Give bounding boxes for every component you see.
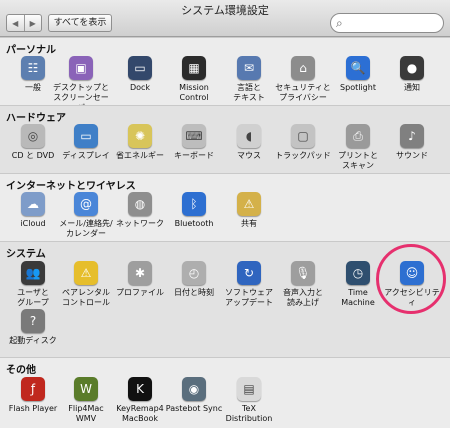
pref-mission-control[interactable]: ▦ Mission Control: [164, 56, 224, 103]
pref-dock[interactable]: ▭ Dock: [110, 56, 170, 93]
section-hardware: ハードウェア ◎ CD と DVD ▭ ディスプレイ ✺ 省エネルギー ⌨ キーボード …: [0, 105, 450, 173]
users-groups-icon: 👥: [21, 261, 45, 285]
back-button[interactable]: ◀: [7, 15, 24, 31]
pref-users-groups[interactable]: 👥 ユーザと グループ: [3, 261, 63, 308]
tex-distribution-icon: ▤: [237, 377, 261, 401]
mission-control-icon: ▦: [182, 56, 206, 80]
pref-flash-player[interactable]: ƒ Flash Player: [3, 377, 63, 414]
language-text-icon: ✉: [237, 56, 261, 80]
bluetooth-icon: ᛒ: [182, 192, 206, 216]
pastebot-sync-icon: ◉: [182, 377, 206, 401]
sharing-icon: ⚠: [237, 192, 261, 216]
keyboard-icon: ⌨: [182, 124, 206, 148]
network-icon: ◍: [128, 192, 152, 216]
desktop-screensaver-icon: ▣: [69, 56, 93, 80]
pref-software-update[interactable]: ↻ ソフトウェア アップデート: [219, 261, 279, 308]
section-title: その他: [6, 365, 36, 376]
section-personal: パーソナル ☷一般 ▣デスクトップと スクリーンセーバ ▭Dock ▦Missi…: [0, 37, 450, 112]
date-time-icon: ◴: [182, 261, 206, 285]
sound-icon: ♪: [400, 124, 424, 148]
trackpad-icon: ▢: [291, 124, 315, 148]
pref-trackpad[interactable]: ▢ トラックパッド: [273, 124, 333, 161]
pref-network[interactable]: ◍ ネットワーク: [110, 192, 170, 229]
forward-button[interactable]: ▶: [23, 15, 42, 31]
pref-pastebot-sync[interactable]: ◉ Pastebot Sync: [164, 377, 224, 414]
section-title: インターネットとワイヤレス: [6, 181, 136, 192]
general-icon: ☷: [21, 56, 45, 80]
parental-controls-icon: ⚠: [74, 261, 98, 285]
pref-date-time[interactable]: ◴ 日付と時刻: [164, 261, 224, 298]
search-field[interactable]: ⌕: [330, 13, 444, 33]
pref-tex-distribution[interactable]: ▤ TeX Distribution: [219, 377, 279, 424]
system-preferences-window: システム環境設定 ◀ ▶ すべてを表示 ⌕ パーソナル ☷ 一般 ▣ デスクトップと…: [0, 0, 450, 428]
pref-sharing[interactable]: ⚠ 共有: [219, 192, 279, 229]
search-icon: ⌕: [336, 16, 343, 30]
pref-notifications[interactable]: ● 通知: [382, 56, 442, 93]
flip4mac-icon: W: [74, 377, 98, 401]
pref-keyboard[interactable]: ⌨ キーボード: [164, 124, 224, 161]
time-machine-icon: ◷: [346, 261, 370, 285]
pref-print-scan[interactable]: ⎙ プリントと スキャン: [328, 124, 388, 171]
spotlight-icon: 🔍: [346, 56, 370, 80]
pref-language-text[interactable]: ✉ 言語と テキスト: [219, 56, 279, 103]
pref-startup-disk[interactable]: ? 起動ディスク: [3, 309, 63, 346]
highlight-circle: [376, 244, 446, 314]
pref-cd-dvd[interactable]: ◎ CD と DVD: [3, 124, 63, 161]
mail-contacts-calendar-icon: @: [74, 192, 98, 216]
icloud-icon: ☁: [21, 192, 45, 216]
software-update-icon: ↻: [237, 261, 261, 285]
keyremap4macbook-icon: K: [128, 377, 152, 401]
profiles-icon: ✱: [128, 261, 152, 285]
section-other: その他 ƒ Flash Player W Flip4Mac WMV K KeyRema…: [0, 357, 450, 428]
nav-buttons: ◀ ▶: [6, 14, 42, 32]
pref-parental-controls[interactable]: ⚠ ペアレンタル コントロール: [56, 261, 116, 308]
pref-mail-contacts-calendar[interactable]: @ メール/連絡先/ カレンダー: [56, 192, 116, 239]
title-bar: システム環境設定 ◀ ▶ すべてを表示 ⌕: [0, 0, 450, 37]
startup-disk-icon: ?: [21, 309, 45, 333]
flash-player-icon: ƒ: [21, 377, 45, 401]
pref-energy-saver[interactable]: ✺ 省エネルギー: [110, 124, 170, 161]
dictation-speech-icon: 🎙: [291, 261, 315, 285]
section-title: ハードウェア: [6, 113, 66, 124]
notifications-icon: ●: [400, 56, 424, 80]
dock-icon: ▭: [128, 56, 152, 80]
cd-dvd-icon: ◎: [21, 124, 45, 148]
security-privacy-icon: ⌂: [291, 56, 315, 80]
pref-security-privacy[interactable]: ⌂ セキュリティと プライバシー: [273, 56, 333, 103]
section-title: システム: [6, 249, 46, 260]
pref-sound[interactable]: ♪ サウンド: [382, 124, 442, 161]
pref-mouse[interactable]: ◖ マウス: [219, 124, 279, 161]
pref-icloud[interactable]: ☁ iCloud: [3, 192, 63, 229]
pref-dictation-speech[interactable]: 🎙 音声入力と 読み上げ: [273, 261, 333, 308]
section-title: パーソナル: [6, 45, 56, 56]
pref-bluetooth[interactable]: ᛒ Bluetooth: [164, 192, 224, 229]
pref-display[interactable]: ▭ ディスプレイ: [56, 124, 116, 161]
mouse-icon: ◖: [237, 124, 261, 148]
show-all-button[interactable]: すべてを表示: [48, 14, 112, 32]
pref-flip4mac[interactable]: W Flip4Mac WMV: [56, 377, 116, 424]
pref-keyremap4macbook[interactable]: K KeyRemap4 MacBook: [110, 377, 170, 424]
print-scan-icon: ⎙: [346, 124, 370, 148]
section-internet-wireless: インターネットとワイヤレス ☁ iCloud @ メール/連絡先/ カレンダー ◍ ネ…: [0, 173, 450, 241]
pref-spotlight[interactable]: 🔍 Spotlight: [328, 56, 388, 93]
search-input[interactable]: [351, 15, 441, 31]
energy-saver-icon: ✺: [128, 124, 152, 148]
pref-profiles[interactable]: ✱ プロファイル: [110, 261, 170, 298]
display-icon: ▭: [74, 124, 98, 148]
